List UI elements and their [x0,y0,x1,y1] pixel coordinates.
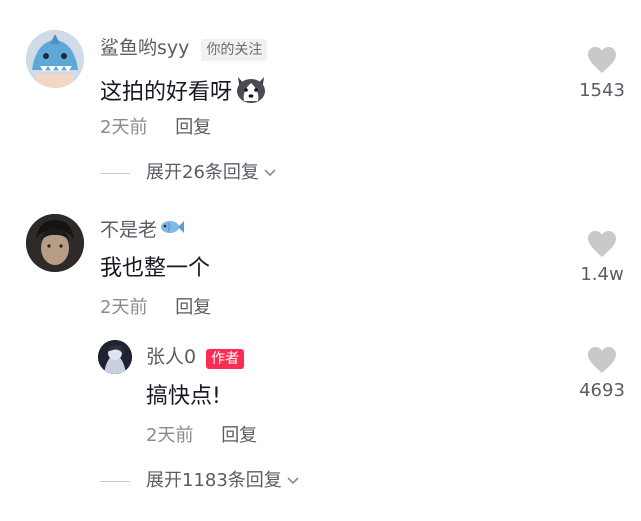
heart-icon [588,47,616,73]
like-count: 4693 [579,380,625,401]
chevron-down-icon [287,477,299,485]
divider-line [100,172,130,174]
comment-username[interactable]: 不是老 [100,218,185,242]
reply-time: 2天前 [146,425,194,446]
heart-icon [588,231,616,257]
like-count: 1.4w [580,264,624,285]
reply-button[interactable]: 回复 [221,425,257,446]
like-button[interactable]: 4693 [566,346,638,402]
fish-emoji-icon [159,218,185,242]
chevron-down-icon [264,169,276,177]
expand-replies-button[interactable]: 展开1183条回复 [100,469,300,493]
like-count: 1543 [579,80,625,101]
comment-meta: 2天前 回复 [100,296,211,320]
comment-time: 2天前 [100,117,148,138]
comment-text: 我也整一个 [100,256,211,281]
comment-item: 不是老 我也整一个 2天前 回复 1.4w 张人0 作者 搞快点! 2天前 回复… [0,200,641,521]
person-photo-avatar-icon [26,214,84,272]
comment-item: 鲨鱼哟syy 你的关注 这拍的好看呀 2天前 回复 展开26条回复 1543 [0,0,641,200]
reply-meta: 2天前 回复 [146,424,257,448]
reply-button[interactable]: 回复 [175,297,211,318]
comment-username[interactable]: 鲨鱼哟syy 你的关注 [100,36,268,61]
avatar[interactable] [26,214,84,272]
following-tag: 你的关注 [201,39,268,61]
author-avatar-icon [98,340,132,374]
expand-replies-label: 展开1183条回复 [146,470,282,491]
reply-button[interactable]: 回复 [175,117,211,138]
author-tag: 作者 [206,349,245,369]
comment-meta: 2天前 回复 [100,116,211,140]
heart-icon [588,347,616,373]
divider-line [100,480,130,482]
reply-text: 搞快点! [146,384,221,409]
husky-dog-emoji-icon [234,73,268,113]
reply-item: 张人0 作者 搞快点! 2天前 回复 4693 [0,338,641,458]
shark-hat-avatar-icon [26,30,84,88]
avatar[interactable] [26,30,84,88]
comment-time: 2天前 [100,297,148,318]
expand-replies-button[interactable]: 展开26条回复 [100,161,277,185]
avatar[interactable] [98,340,132,374]
reply-username[interactable]: 张人0 作者 [146,345,245,369]
expand-replies-label: 展开26条回复 [146,162,259,183]
like-button[interactable]: 1543 [566,46,638,102]
like-button[interactable]: 1.4w [566,230,638,286]
comment-text: 这拍的好看呀 [100,73,268,113]
